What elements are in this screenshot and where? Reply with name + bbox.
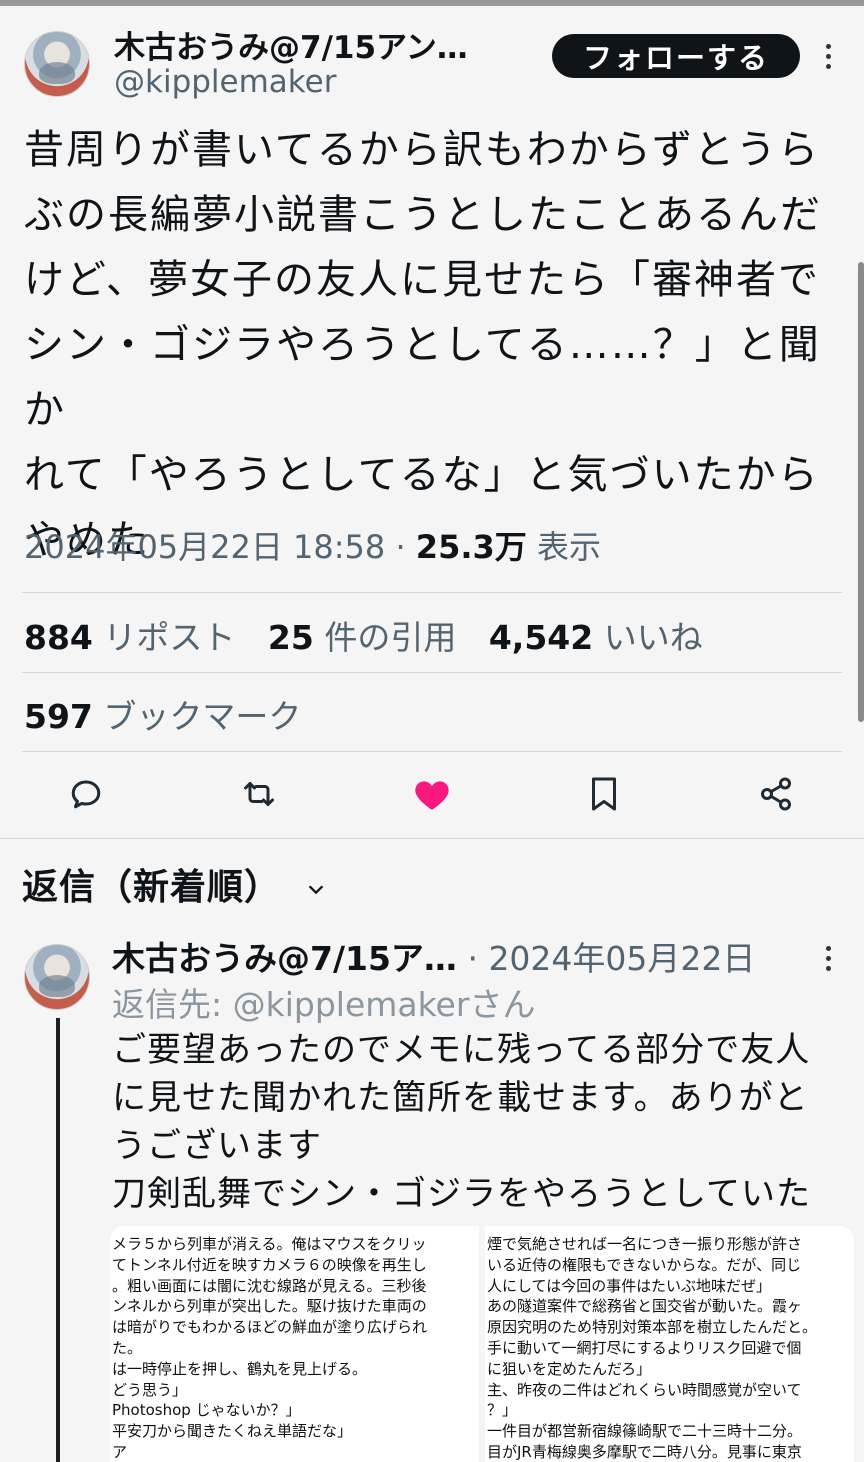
replies-sort-label: 返信（新着順） — [22, 867, 282, 908]
media-text-line: てトンネル付近を映すカメラ６の映像を再生し — [112, 1255, 427, 1274]
media-text-line: 人にしては今回の事件はたいぶ地味だぜ」 — [487, 1276, 771, 1295]
reply-text: ご要望あったのでメモに残ってる部分で友人 に見せた聞かれた箇所を載せます。ありが… — [112, 1026, 852, 1218]
reply-media[interactable]: メラ５から列車が消える。俺はマウスをクリッ てトンネル付近を映すカメラ６の映像を… — [110, 1226, 854, 1462]
media-text-line: た。 — [112, 1338, 143, 1357]
media-text-line: 一件目が都営新宿線篠崎駅で二十三時十二分。 — [487, 1422, 803, 1441]
like-button[interactable] — [410, 772, 454, 816]
bookmark-icon — [592, 777, 616, 811]
views-label: 表示 — [536, 528, 601, 566]
divider — [0, 838, 864, 839]
media-image-left[interactable]: メラ５から列車が消える。俺はマウスをクリッ てトンネル付近を映すカメラ６の映像を… — [110, 1226, 479, 1462]
bookmarks-label: ブックマーク — [103, 697, 302, 736]
engagement-stats: 884 リポスト 25 件の引用 4,542 いいね — [24, 611, 725, 659]
media-text-line: 目がJR青梅線奥多摩駅で二時八分。見事に東京 — [487, 1442, 802, 1461]
status-strip — [0, 0, 864, 6]
reply-button[interactable] — [64, 772, 108, 816]
media-text-line: 主、昨夜の二件はどれくらい時間感覚が空いて — [487, 1380, 802, 1399]
reply-date[interactable]: 2024年05月22日 — [488, 939, 755, 978]
tweet-text-line: れて「やろうとしてるな」と気づいたから — [24, 452, 820, 498]
reply-icon — [71, 780, 101, 809]
media-text-line: ア — [112, 1442, 128, 1461]
reply-to-handle[interactable]: @kipplemaker — [233, 985, 470, 1024]
tweet-timestamp[interactable]: 2024年05月22日 18:58 — [24, 528, 385, 566]
quotes-stat[interactable]: 25 件の引用 — [268, 618, 456, 657]
likes-count: 4,542 — [488, 618, 594, 657]
reply-more-options-icon[interactable] — [816, 938, 840, 978]
media-text-line: あの隧道案件で総務省と国交省が動いた。霞ヶ — [487, 1297, 803, 1316]
divider — [22, 592, 842, 593]
bookmarks-stat[interactable]: 597 ブックマーク — [24, 690, 301, 738]
heart-filled-icon — [415, 781, 449, 810]
scrollbar[interactable] — [858, 262, 864, 722]
likes-stat[interactable]: 4,542 いいね — [489, 618, 703, 657]
media-text-line: Photoshop じゃないか？」 — [112, 1401, 301, 1420]
replies-sort-dropdown[interactable]: 返信（新着順） — [22, 858, 327, 910]
divider — [22, 751, 842, 752]
reposts-label: リポスト — [103, 618, 236, 657]
author-handle[interactable]: @kipplemaker — [114, 64, 336, 100]
media-text-line: 平安刀から聞きたくねえ単語だな」 — [112, 1422, 353, 1441]
author-name[interactable]: 木古おうみ@7/15アン… — [114, 22, 514, 67]
media-text-line: メラ５から列車が消える。俺はマウスをクリッ — [112, 1235, 427, 1253]
reply-text-line: うございます — [112, 1126, 322, 1166]
quotes-label: 件の引用 — [324, 618, 457, 657]
media-text-line: は一時停止を押し、鶴丸を見上げる。 — [112, 1359, 368, 1378]
reply-author-avatar[interactable] — [24, 944, 90, 1010]
media-image-right[interactable]: 煙で気絶させれば一名につき一振り形態が許さ いる近侍の権限もできないからな。だが… — [485, 1226, 854, 1462]
reply-author-name[interactable]: 木古おうみ@7/15ア… — [112, 932, 457, 980]
media-text-line: どう思う」 — [112, 1380, 188, 1399]
reply-header: 木古おうみ@7/15ア… · 2024年05月22日 — [112, 932, 755, 980]
bookmark-button[interactable] — [582, 772, 626, 816]
reply-to-suffix: さん — [469, 985, 536, 1024]
tweet-text-line: 昔周りが書いてるから訳もわからずとうら — [24, 127, 820, 173]
media-text-line: 。粗い画面には闇に沈む線路が見える。三秒後 — [112, 1276, 427, 1295]
reply-text-line: ご要望あったのでメモに残ってる部分で友人 — [112, 1030, 811, 1070]
reply-text-line: に見せた聞かれた箇所を載せます。ありがと — [112, 1078, 809, 1118]
media-text-line: ンネルから列車が突出した。駆け抜けた車両の — [112, 1297, 427, 1316]
media-text-line: いる近侍の権限もできないからな。だが、同じ — [487, 1255, 802, 1274]
share-icon — [761, 777, 791, 811]
share-button[interactable] — [754, 772, 798, 816]
quotes-count: 25 — [267, 618, 314, 657]
divider — [22, 672, 842, 673]
reply-date-separator: · — [467, 939, 478, 978]
chevron-down-icon — [308, 885, 323, 895]
reposts-count: 884 — [24, 618, 93, 657]
meta-separator: · — [395, 528, 406, 566]
tweet-meta: 2024年05月22日 18:58 · 25.3万 表示 — [24, 522, 601, 568]
repost-icon — [244, 782, 274, 806]
tweet-text: 昔周りが書いてるから訳もわからずとうら ぶの長編夢小説書こうとしたことあるんだ … — [24, 118, 844, 573]
media-text-line: 手に動いて一網打尽にするよりリスク回避で個 — [487, 1338, 802, 1357]
more-options-icon[interactable] — [816, 36, 840, 76]
repost-button[interactable] — [237, 772, 281, 816]
media-text-line: 煙で気絶させれば一名につき一振り形態が許さ — [487, 1235, 803, 1253]
views-count: 25.3万 — [415, 528, 527, 566]
thread-connector-line — [56, 1018, 60, 1462]
author-avatar[interactable] — [24, 31, 90, 97]
media-text-line: は暗がりでもわかるほどの鮮血が塗り広げられ — [112, 1318, 428, 1337]
bookmarks-count: 597 — [24, 697, 93, 736]
reply-to-line: 返信先: @kipplemakerさん — [112, 978, 535, 1026]
tweet-text-line: けど、夢女子の友人に見せたら「審神者で — [24, 257, 820, 303]
follow-button[interactable]: フォローする — [552, 34, 800, 78]
reply-text-line: 刀剣乱舞でシン・ゴジラをやろうとしていた — [112, 1174, 811, 1214]
tweet-text-line: ぶの長編夢小説書こうとしたことあるんだ — [24, 192, 822, 238]
reply-to-prefix: 返信先: — [112, 985, 233, 1024]
media-text-line: 原因究明のため特別対策本部を樹立したんだと。 — [487, 1318, 818, 1337]
likes-label: いいね — [603, 618, 703, 657]
reposts-stat[interactable]: 884 リポスト — [24, 618, 235, 657]
tweet-text-line: シン・ゴジラやろうとしてる……？」と聞か — [24, 322, 821, 433]
media-text-line: ？」 — [487, 1401, 518, 1420]
media-text-line: に狙いを定めたんだろ」 — [487, 1359, 652, 1378]
